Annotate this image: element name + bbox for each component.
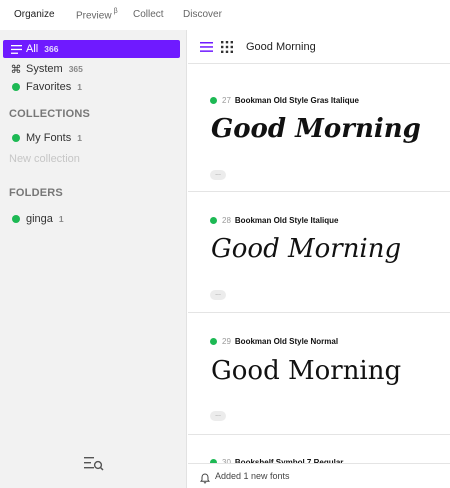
font-index: 28 bbox=[222, 216, 231, 225]
tab-discover[interactable]: Discover bbox=[183, 9, 222, 20]
more-button[interactable]: ... bbox=[210, 411, 226, 421]
font-index: 27 bbox=[222, 96, 231, 105]
more-button[interactable]: ... bbox=[210, 290, 226, 300]
font-card-header: 29 Bookman Old Style Normal bbox=[210, 337, 338, 346]
more-button[interactable]: ... bbox=[210, 170, 226, 180]
status-dot-icon bbox=[210, 97, 217, 104]
sidebar-item-count: 1 bbox=[77, 133, 82, 143]
bell-icon[interactable] bbox=[199, 471, 211, 483]
font-preview: Good Morning bbox=[211, 234, 402, 264]
font-card-header: 28 Bookman Old Style Italique bbox=[210, 216, 338, 225]
folders-heading: FOLDERS bbox=[9, 187, 63, 199]
font-name: Bookman Old Style Gras Italique bbox=[234, 96, 359, 105]
sidebar-item-label: ginga bbox=[26, 213, 53, 225]
sidebar-item-ginga[interactable]: ginga 1 bbox=[0, 210, 187, 228]
sidebar-item-favorites[interactable]: Favorites 1 bbox=[0, 78, 187, 96]
status-bar: Added 1 new fonts bbox=[188, 463, 450, 488]
sidebar-item-label: Favorites bbox=[26, 81, 72, 93]
tab-preview[interactable]: Preview β bbox=[76, 8, 118, 22]
collections-heading: COLLECTIONS bbox=[9, 108, 91, 120]
menu-icon bbox=[9, 44, 23, 54]
status-dot-icon bbox=[9, 134, 23, 142]
tab-collect[interactable]: Collect bbox=[133, 9, 164, 20]
tab-organize[interactable]: Organize bbox=[14, 9, 55, 20]
font-card-header: 27 Bookman Old Style Gras Italique bbox=[210, 96, 359, 105]
sidebar-item-count: 366 bbox=[44, 44, 59, 54]
new-collection-input[interactable]: New collection bbox=[9, 153, 80, 165]
filter-search-icon[interactable] bbox=[83, 455, 105, 473]
sidebar-item-my-fonts[interactable]: My Fonts 1 bbox=[0, 129, 187, 147]
menu-icon[interactable] bbox=[200, 40, 214, 52]
status-text: Added 1 new fonts bbox=[215, 471, 290, 481]
tab-preview-label: Preview bbox=[76, 10, 112, 22]
font-preview: Good Morning bbox=[211, 356, 402, 386]
sidebar-item-count: 1 bbox=[58, 214, 64, 224]
font-name: Bookman Old Style Normal bbox=[234, 337, 339, 346]
status-dot-icon bbox=[9, 215, 23, 223]
grid-view-icon[interactable] bbox=[221, 40, 233, 53]
sidebar-item-label: All bbox=[26, 43, 39, 55]
status-dot-icon bbox=[210, 338, 217, 345]
font-card[interactable]: 29 Bookman Old Style Normal Good Morning… bbox=[188, 313, 450, 435]
font-preview: Good Morning bbox=[211, 114, 421, 144]
font-card[interactable]: 27 Bookman Old Style Gras Italique Good … bbox=[188, 64, 450, 192]
preview-text-input[interactable] bbox=[246, 38, 426, 56]
main-panel: 27 Bookman Old Style Gras Italique Good … bbox=[188, 30, 450, 488]
toolbar bbox=[188, 30, 450, 64]
sidebar: All 366 ⌘ System 365 Favorites 1 COLLECT… bbox=[0, 30, 187, 488]
command-icon: ⌘ bbox=[10, 63, 22, 76]
sidebar-item-all[interactable]: All 366 bbox=[3, 40, 180, 58]
sidebar-item-label: System bbox=[26, 63, 63, 75]
tab-preview-beta: β bbox=[113, 8, 118, 15]
top-tab-bar: Organize Preview β Collect Discover bbox=[0, 0, 450, 30]
status-dot-icon bbox=[9, 83, 23, 91]
sidebar-item-system[interactable]: ⌘ System 365 bbox=[0, 60, 187, 78]
font-card[interactable]: 28 Bookman Old Style Italique Good Morni… bbox=[188, 192, 450, 313]
sidebar-item-count: 1 bbox=[77, 82, 82, 92]
status-dot-icon bbox=[210, 217, 217, 224]
sidebar-item-count: 365 bbox=[68, 64, 83, 74]
sidebar-item-label: My Fonts bbox=[26, 132, 72, 144]
font-index: 29 bbox=[222, 337, 231, 346]
font-name: Bookman Old Style Italique bbox=[234, 216, 339, 225]
